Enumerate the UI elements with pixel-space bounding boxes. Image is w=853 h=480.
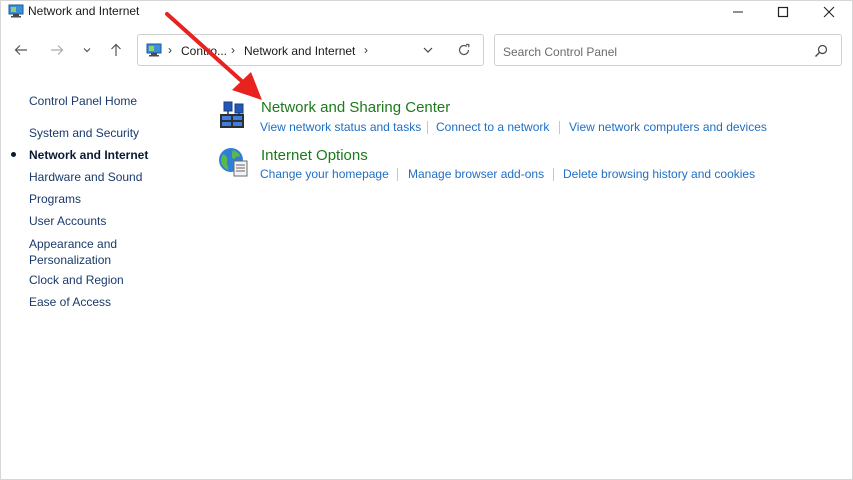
sidebar-item-hardware-and-sound[interactable]: Hardware and Sound bbox=[29, 169, 142, 185]
breadcrumb-network-and-internet[interactable]: Network and Internet bbox=[244, 44, 355, 58]
maximize-button[interactable] bbox=[760, 0, 806, 24]
sidebar-item-clock-and-region[interactable]: Clock and Region bbox=[29, 272, 124, 288]
sidebar-item-network-and-internet[interactable]: Network and Internet bbox=[29, 147, 148, 163]
minimize-button[interactable] bbox=[715, 0, 761, 24]
annotation-arrow-icon bbox=[165, 12, 262, 100]
address-bar[interactable]: › Contro... › Network and Internet › bbox=[137, 34, 484, 66]
manage-browser-addons-link[interactable]: Manage browser add-ons bbox=[408, 167, 544, 181]
connect-to-network-link[interactable]: Connect to a network bbox=[436, 120, 549, 134]
breadcrumb-control-panel[interactable]: Contro... bbox=[181, 44, 227, 58]
title-bar: Network and Internet bbox=[0, 0, 853, 24]
refresh-button[interactable] bbox=[454, 41, 474, 59]
search-input[interactable] bbox=[501, 41, 805, 63]
close-button[interactable] bbox=[806, 0, 852, 24]
current-page-bullet-icon bbox=[11, 152, 16, 157]
up-button[interactable] bbox=[104, 38, 128, 62]
close-icon bbox=[823, 6, 835, 18]
window-frame bbox=[0, 0, 853, 480]
delete-browsing-history-link[interactable]: Delete browsing history and cookies bbox=[563, 167, 755, 181]
view-network-status-link[interactable]: View network status and tasks bbox=[260, 120, 421, 134]
task-divider bbox=[553, 168, 554, 181]
search-icon[interactable] bbox=[813, 43, 829, 59]
arrow-up-icon bbox=[111, 43, 121, 56]
back-button[interactable] bbox=[9, 38, 33, 62]
sidebar-item-user-accounts[interactable]: User Accounts bbox=[29, 213, 106, 229]
minimize-icon bbox=[733, 11, 743, 13]
network-sharing-icon[interactable] bbox=[218, 100, 250, 132]
sidebar-control-panel-home[interactable]: Control Panel Home bbox=[29, 93, 137, 109]
task-divider bbox=[427, 121, 428, 134]
forward-button[interactable] bbox=[45, 38, 69, 62]
control-panel-app-icon bbox=[8, 4, 24, 18]
chevron-down-icon bbox=[423, 47, 433, 53]
sidebar-item-programs[interactable]: Programs bbox=[29, 191, 81, 207]
arrow-left-icon bbox=[14, 45, 27, 55]
chevron-down-icon bbox=[83, 48, 91, 53]
change-homepage-link[interactable]: Change your homepage bbox=[260, 167, 389, 181]
breadcrumb-separator-icon[interactable]: › bbox=[231, 43, 235, 57]
address-history-dropdown[interactable] bbox=[418, 41, 438, 59]
arrow-right-icon bbox=[51, 45, 64, 55]
sidebar-item-system-and-security[interactable]: System and Security bbox=[29, 125, 139, 141]
maximize-icon bbox=[777, 6, 789, 18]
sidebar-item-ease-of-access[interactable]: Ease of Access bbox=[29, 294, 111, 310]
breadcrumb-separator-icon[interactable]: › bbox=[364, 43, 368, 57]
task-divider bbox=[559, 121, 560, 134]
sidebar-item-label[interactable]: Appearance and bbox=[29, 236, 117, 252]
internet-options-link[interactable]: Internet Options bbox=[261, 147, 368, 164]
recent-locations-button[interactable] bbox=[78, 38, 96, 62]
control-panel-icon bbox=[146, 43, 162, 57]
view-network-computers-link[interactable]: View network computers and devices bbox=[569, 120, 767, 134]
sidebar-item-label-continued[interactable]: Personalization bbox=[29, 252, 111, 268]
network-and-sharing-center-link[interactable]: Network and Sharing Center bbox=[261, 99, 450, 116]
internet-options-icon[interactable] bbox=[217, 146, 249, 178]
search-box[interactable] bbox=[494, 34, 842, 66]
breadcrumb-separator-icon: › bbox=[168, 43, 172, 57]
refresh-icon bbox=[458, 43, 470, 56]
task-divider bbox=[397, 168, 398, 181]
window-title: Network and Internet bbox=[28, 4, 140, 18]
